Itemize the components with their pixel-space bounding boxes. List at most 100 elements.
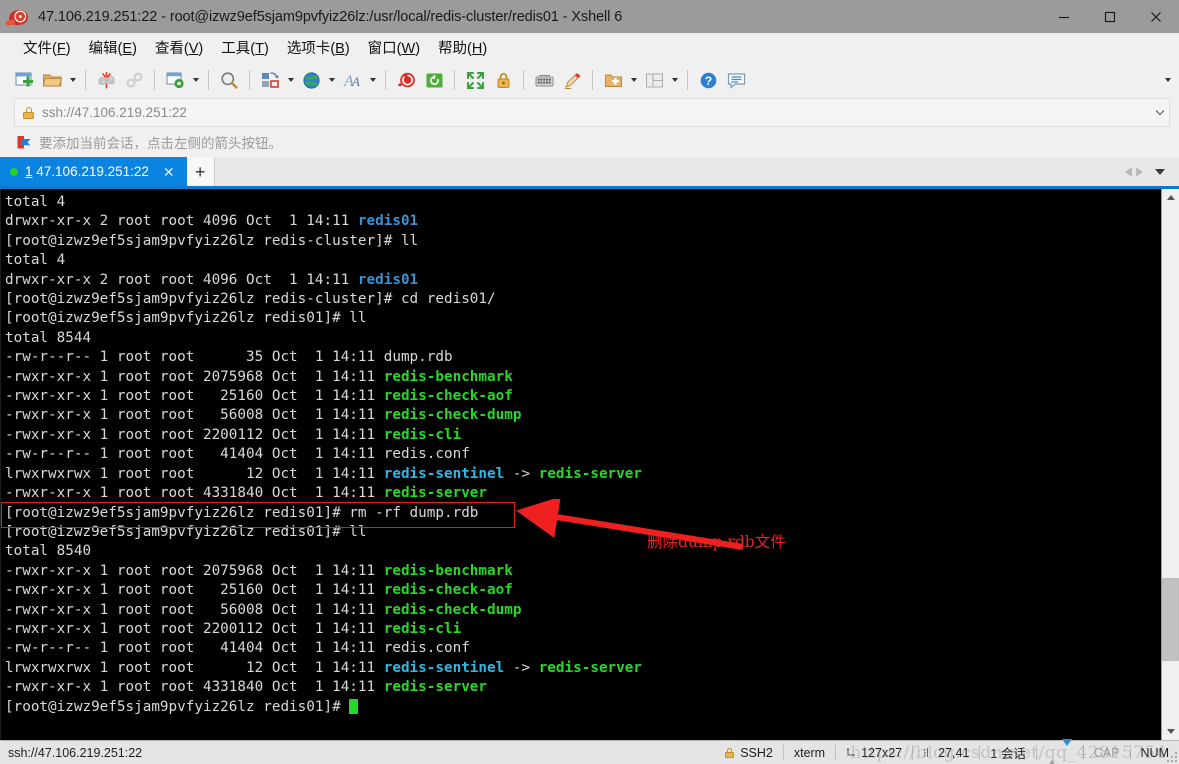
notice-bar: 要添加当前会话，点击左侧的箭头按钮。 — [0, 127, 1179, 157]
lock-icon — [23, 107, 34, 119]
cursor-position-icon — [923, 747, 934, 758]
resize-icon — [846, 747, 857, 758]
tab-bar-spacer — [215, 157, 1125, 186]
address-input[interactable]: ssh://47.106.219.251:22 — [42, 105, 1151, 120]
menu-item-edit[interactable]: 编辑(E) — [80, 33, 146, 62]
menu-accesskey: H — [472, 41, 482, 57]
svg-text:A: A — [351, 74, 360, 89]
layout-icon[interactable] — [640, 66, 668, 94]
maximize-button[interactable] — [1087, 0, 1133, 33]
tab-title: 47.106.219.251:22 — [36, 164, 149, 179]
terminal-output[interactable]: total 4 drwxr-xr-x 2 root root 4096 Oct … — [1, 189, 1161, 740]
toolbar-separator — [592, 70, 593, 90]
open-folder-dropdown[interactable] — [66, 66, 79, 94]
menu-item-window[interactable]: 窗口(W) — [359, 33, 429, 62]
close-icon[interactable]: ✕ — [149, 165, 183, 179]
tab-navigation — [1125, 157, 1179, 186]
tab-index: 1 — [25, 164, 33, 179]
toolbar-separator — [208, 70, 209, 90]
session-properties-dropdown[interactable] — [189, 66, 202, 94]
chevron-left-icon[interactable] — [1125, 167, 1132, 177]
svg-text:?: ? — [704, 74, 711, 88]
download-arrow-icon — [1062, 746, 1073, 760]
status-bar: ssh://47.106.219.251:22 SSH2 xterm 127x2… — [0, 740, 1179, 764]
close-button[interactable] — [1133, 0, 1179, 33]
search-icon[interactable] — [215, 66, 243, 94]
session-properties-icon[interactable] — [161, 66, 189, 94]
toolbar-separator — [523, 70, 524, 90]
menu-item-file[interactable]: 文件(F) — [14, 33, 80, 62]
reconnect-icon[interactable] — [120, 66, 148, 94]
address-bar[interactable]: ssh://47.106.219.251:22 — [14, 98, 1170, 127]
lock-icon — [725, 748, 734, 758]
help-icon[interactable]: ? — [694, 66, 722, 94]
add-folder-icon[interactable] — [599, 66, 627, 94]
highlight-icon[interactable] — [558, 66, 586, 94]
globe-dropdown[interactable] — [325, 66, 338, 94]
menu-item-help[interactable]: 帮助(H) — [429, 33, 496, 62]
toolbar-separator — [687, 70, 688, 90]
menu-accesskey: V — [189, 41, 199, 57]
menu-label: 窗口 — [368, 41, 397, 57]
toolbar-overflow-button[interactable] — [1165, 78, 1171, 82]
scroll-up-button[interactable] — [1162, 189, 1179, 206]
menu-accesskey: B — [335, 41, 345, 57]
terminal-scrollbar[interactable] — [1161, 189, 1179, 740]
terminal-area: total 4 drwxr-xr-x 2 root root 4096 Oct … — [0, 189, 1179, 740]
new-tab-button[interactable]: + — [187, 157, 215, 186]
keyboard-icon[interactable] — [530, 66, 558, 94]
notice-text: 要添加当前会话，点击左侧的箭头按钮。 — [39, 132, 282, 152]
add-folder-dropdown[interactable] — [627, 66, 640, 94]
toolbar-separator — [454, 70, 455, 90]
snail-icon[interactable] — [392, 66, 420, 94]
disconnect-icon[interactable] — [92, 66, 120, 94]
chevron-down-icon[interactable] — [1151, 100, 1169, 125]
layout-dropdown[interactable] — [668, 66, 681, 94]
upload-arrow-icon — [1047, 746, 1058, 760]
chevron-down-icon[interactable] — [1155, 169, 1165, 175]
menu-item-tabs[interactable]: 选项卡(B) — [278, 33, 359, 62]
toolbar-separator — [154, 70, 155, 90]
menu-item-view[interactable]: 查看(V) — [146, 33, 212, 62]
menu-accesskey: E — [122, 41, 132, 57]
status-term-label: xterm — [794, 746, 825, 760]
transfer-dropdown[interactable] — [284, 66, 297, 94]
font-dropdown[interactable] — [366, 66, 379, 94]
open-folder-icon[interactable] — [38, 66, 66, 94]
menu-accesskey: F — [57, 41, 66, 57]
globe-icon[interactable] — [297, 66, 325, 94]
fullscreen-icon[interactable] — [461, 66, 489, 94]
chevron-right-icon[interactable] — [1136, 167, 1143, 177]
new-session-icon[interactable] — [10, 66, 38, 94]
menu-label: 查看 — [155, 41, 184, 57]
xftp-icon[interactable] — [420, 66, 448, 94]
comment-icon[interactable] — [722, 66, 750, 94]
lock-icon[interactable] — [489, 66, 517, 94]
title-bar: 47.106.219.251:22 - root@izwz9ef5sjam9pv… — [0, 0, 1179, 33]
toolbar-separator — [249, 70, 250, 90]
status-protocol-label: SSH2 — [740, 746, 773, 760]
menu-accesskey: T — [255, 41, 264, 57]
menu-label: 帮助 — [438, 41, 467, 57]
menu-item-tools[interactable]: 工具(T) — [212, 33, 278, 62]
scrollbar-track[interactable] — [1162, 206, 1179, 723]
transfer-icon[interactable] — [256, 66, 284, 94]
resize-grip[interactable] — [1165, 750, 1177, 762]
terminal-cursor — [349, 699, 358, 714]
status-cap-label: CAP — [1094, 746, 1120, 760]
window-title: 47.106.219.251:22 - root@izwz9ef5sjam9pv… — [38, 9, 1041, 25]
font-icon[interactable]: A A — [338, 66, 366, 94]
tab-session-1[interactable]: 1 47.106.219.251:22 ✕ — [0, 157, 187, 186]
minimize-button[interactable] — [1041, 0, 1087, 33]
bookmark-flag-icon — [16, 135, 32, 150]
xshell-window: 47.106.219.251:22 - root@izwz9ef5sjam9pv… — [0, 0, 1179, 764]
window-controls — [1041, 0, 1179, 33]
status-caps-lock: CAP — [1084, 741, 1130, 764]
scrollbar-thumb[interactable] — [1162, 578, 1179, 661]
status-sessions: 1 会话 — [980, 741, 1035, 764]
scroll-down-button[interactable] — [1162, 723, 1179, 740]
toolbar-separator — [85, 70, 86, 90]
status-cursor-position: 27,41 — [913, 741, 979, 764]
toolbar-separator — [385, 70, 386, 90]
annotation-label: 删除dump.rdb文件 — [647, 530, 786, 552]
